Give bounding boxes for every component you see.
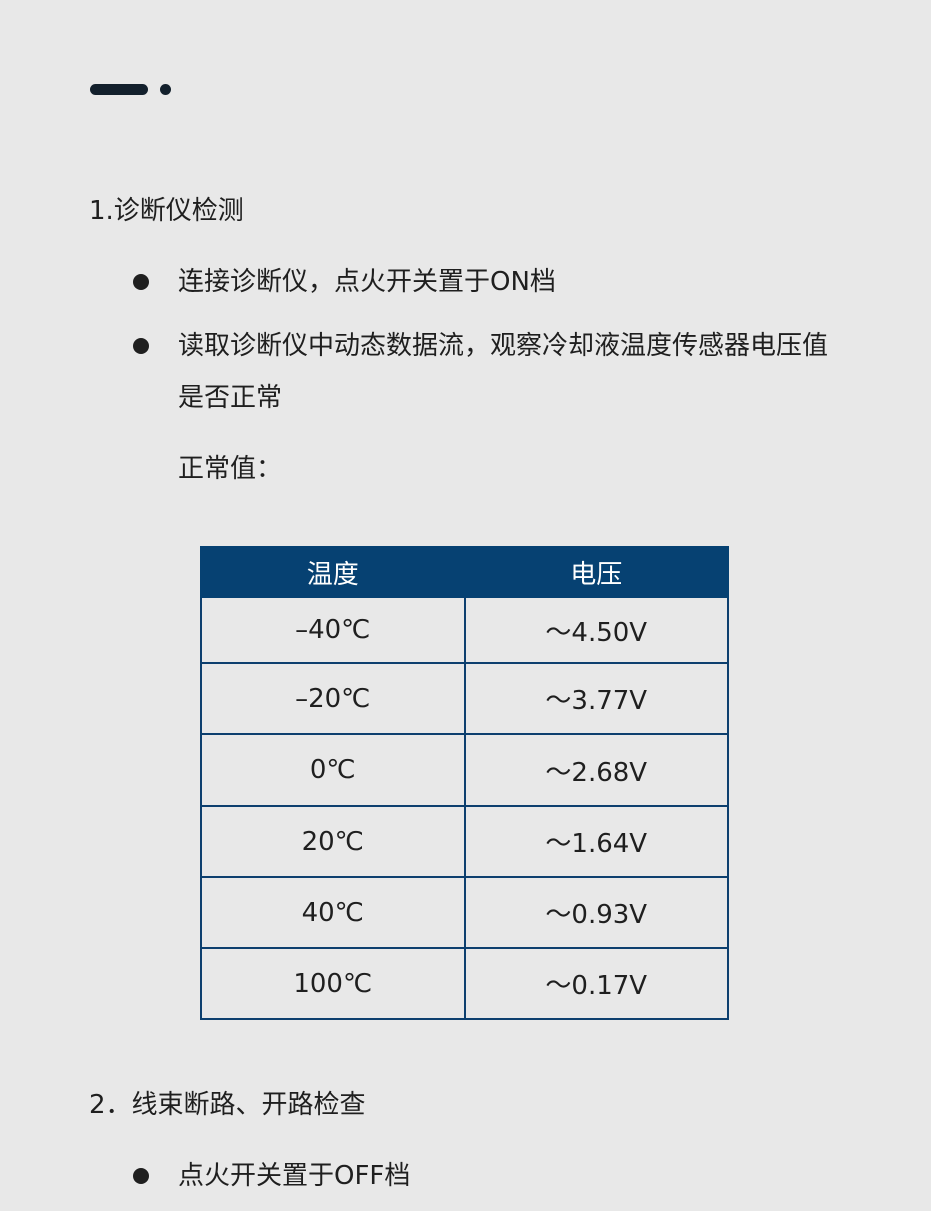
decor-dash bbox=[90, 84, 148, 95]
list-item-text: 读取诊断仪中动态数据流，观察冷却液温度传感器电压值是否正常 bbox=[178, 331, 829, 413]
table-row: 100℃ ～0.17V bbox=[200, 947, 729, 1020]
temperature-cell: 100℃ bbox=[200, 947, 466, 1020]
temperature-cell: 40℃ bbox=[200, 876, 466, 949]
voltage-cell: ～4.50V bbox=[463, 596, 729, 664]
voltage-cell: ～1.64V bbox=[463, 805, 729, 878]
temperature-cell: –40℃ bbox=[200, 596, 466, 664]
voltage-table: 温度 电压 –40℃ ～4.50V –20℃ ～3.77V 0℃ ～2.68V … bbox=[200, 546, 729, 1020]
table-row: –20℃ ～3.77V bbox=[200, 662, 729, 735]
table-row: 0℃ ～2.68V bbox=[200, 733, 729, 807]
voltage-cell: ～0.93V bbox=[463, 876, 729, 949]
table-row: 20℃ ～1.64V bbox=[200, 805, 729, 878]
decor-dot bbox=[160, 84, 171, 95]
list-item-text: 连接诊断仪，点火开关置于ON档 bbox=[178, 267, 556, 297]
voltage-cell: ～2.68V bbox=[463, 733, 729, 807]
header-temperature: 温度 bbox=[200, 546, 466, 598]
temperature-cell: 20℃ bbox=[200, 805, 466, 878]
bullet-dot-icon bbox=[133, 274, 149, 290]
table-header-row: 温度 电压 bbox=[200, 546, 729, 598]
voltage-cell: ～0.17V bbox=[463, 947, 729, 1020]
bullet-dot-icon bbox=[133, 338, 149, 354]
header-voltage: 电压 bbox=[463, 546, 729, 598]
normal-value-label: 正常值： bbox=[178, 454, 283, 484]
voltage-cell: ～3.77V bbox=[463, 662, 729, 735]
table-row: –40℃ ～4.50V bbox=[200, 596, 729, 664]
bullet-dot-icon bbox=[133, 1168, 149, 1184]
section2-heading: 2．线束断路、开路检查 bbox=[89, 1090, 366, 1120]
section1-heading: 1.诊断仪检测 bbox=[89, 196, 244, 226]
list-item-text: 点火开关置于OFF档 bbox=[178, 1161, 411, 1191]
temperature-cell: –20℃ bbox=[200, 662, 466, 735]
table-row: 40℃ ～0.93V bbox=[200, 876, 729, 949]
temperature-cell: 0℃ bbox=[200, 733, 466, 807]
